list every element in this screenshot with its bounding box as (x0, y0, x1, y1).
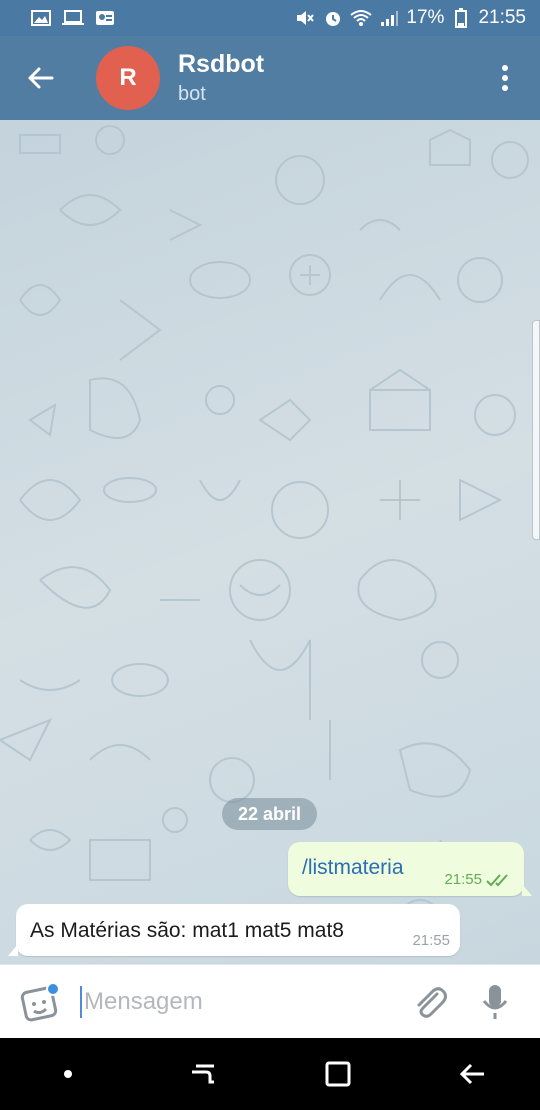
chat-header: R Rsdbot bot (0, 36, 540, 120)
nav-back-button[interactable] (433, 1038, 513, 1110)
wifi-icon (350, 9, 373, 27)
mute-icon (294, 9, 316, 27)
microphone-icon (482, 984, 508, 1019)
notification-dot (46, 981, 60, 996)
dot-icon (63, 1070, 72, 1078)
message-time: 21:55 (412, 932, 450, 949)
message-meta: 21:55 (444, 871, 512, 888)
more-options-button[interactable] (470, 36, 540, 120)
outgoing-message[interactable]: /listmateria 21:55 (288, 842, 532, 896)
message-composer (0, 964, 540, 1038)
chat-subtitle: bot (178, 83, 206, 105)
chat-title-block[interactable]: Rsdbot bot (178, 50, 264, 106)
chat-area[interactable]: 22 abril /listmateria 21:55 As Matérias … (0, 120, 540, 964)
paperclip-icon (417, 986, 447, 1018)
message-text: As Matérias são: mat1 mat5 mat8 (30, 919, 344, 942)
system-nav-bar (0, 1038, 540, 1110)
image-icon (30, 9, 52, 27)
nav-home-button[interactable] (298, 1038, 378, 1110)
nav-dot-button[interactable] (28, 1038, 108, 1110)
scrollbar-thumb[interactable] (532, 320, 540, 540)
incoming-message[interactable]: As Matérias são: mat1 mat5 mat8 21:55 (8, 904, 460, 956)
status-bar: 17% 21:55 (0, 0, 540, 36)
chat-title: Rsdbot (178, 50, 265, 78)
doodle-background (0, 125, 529, 951)
recents-icon (191, 1064, 214, 1084)
battery-percent: 17% (406, 7, 445, 28)
avatar[interactable]: R (96, 46, 160, 110)
back-button[interactable] (0, 36, 80, 120)
status-left-icons (30, 9, 116, 27)
status-time: 21:55 (478, 7, 526, 28)
sticker-button[interactable] (0, 965, 80, 1039)
id-card-icon (94, 9, 116, 27)
date-divider: 22 abril (222, 798, 317, 830)
battery-icon (450, 8, 472, 28)
message-input[interactable] (80, 985, 380, 1018)
signal-icon (378, 9, 400, 27)
back-icon (459, 1063, 484, 1085)
message-time: 21:55 (444, 871, 482, 888)
status-right-icons: 17% 21:55 (294, 7, 526, 29)
laptop-icon (62, 9, 84, 27)
alarm-icon (322, 9, 344, 27)
arrow-left-icon (28, 67, 54, 89)
attach-button[interactable] (400, 965, 460, 1039)
microphone-button[interactable] (460, 965, 530, 1039)
more-vert-icon (502, 65, 508, 91)
double-check-icon (486, 873, 508, 886)
home-icon (325, 1061, 350, 1087)
nav-recents-button[interactable] (163, 1038, 243, 1110)
